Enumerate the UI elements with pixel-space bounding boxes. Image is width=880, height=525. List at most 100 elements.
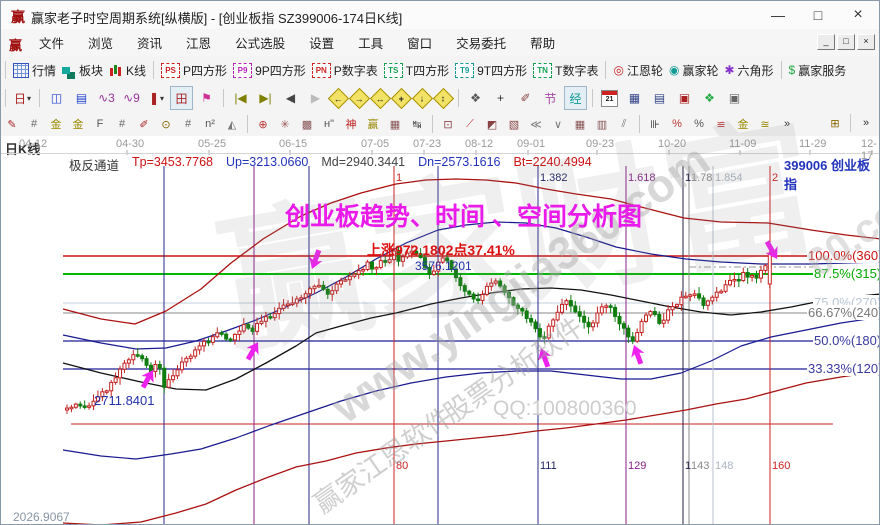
grid3-tool-button[interactable]: ▥ bbox=[592, 114, 612, 134]
menu-item-trade[interactable]: 交易委托 bbox=[444, 33, 518, 52]
gold-grid-1-button[interactable]: 金 bbox=[46, 114, 66, 134]
cycle-tool-button[interactable]: 经 bbox=[564, 86, 587, 110]
percent-eq-tool-button[interactable]: ≌ bbox=[711, 114, 731, 134]
candle-body bbox=[119, 369, 122, 378]
n2-tool-button[interactable]: n² bbox=[200, 114, 220, 134]
mdi-close-button[interactable]: × bbox=[857, 34, 875, 50]
kline-area-button[interactable]: 田 bbox=[170, 86, 193, 110]
menu-item-tools[interactable]: 工具 bbox=[346, 33, 395, 52]
v-tool-button[interactable]: ∨ bbox=[548, 114, 568, 134]
wave-3-button[interactable]: ∿3 bbox=[95, 86, 118, 110]
grid-panel-button[interactable]: ⊞ bbox=[825, 113, 845, 133]
box-tool-button[interactable]: ⊡ bbox=[438, 114, 458, 134]
toolbar-button-t-number-table[interactable]: TNT数字表 bbox=[530, 62, 601, 79]
f10-info-button[interactable]: ▤ bbox=[70, 86, 93, 110]
grid-box-tool-button[interactable]: ▧ bbox=[504, 114, 524, 134]
candle-body bbox=[768, 253, 771, 284]
toolbar-button-winner-service[interactable]: $赢家服务 bbox=[786, 62, 850, 79]
crosshair-tool-button[interactable]: + bbox=[489, 86, 512, 110]
toolbar-button-9p-square[interactable]: P99P四方形 bbox=[230, 62, 309, 79]
menu-item-browse[interactable]: 浏览 bbox=[76, 33, 125, 52]
pen-tool-2-button[interactable]: ✐ bbox=[134, 114, 154, 134]
calendar-button[interactable]: 21 bbox=[598, 86, 621, 110]
share-button[interactable]: ❖ bbox=[698, 86, 721, 110]
expand-all-diamond-button[interactable]: + bbox=[391, 87, 412, 108]
more-right-button[interactable]: » bbox=[856, 113, 876, 133]
jump-right-diamond-button[interactable]: → bbox=[349, 87, 370, 108]
menu-item-formula-pick[interactable]: 公式选股 bbox=[223, 33, 297, 52]
hand-tool-button[interactable]: ❖ bbox=[464, 86, 487, 110]
expand-h-diamond-button[interactable]: ↔ bbox=[370, 87, 391, 108]
minimize-button[interactable]: — bbox=[763, 5, 793, 25]
star-tool-button[interactable]: ✳ bbox=[275, 114, 295, 134]
first-page-button[interactable]: |◀ bbox=[229, 86, 252, 110]
more-left-button[interactable]: » bbox=[777, 114, 797, 134]
expand-v-diamond-button[interactable]: ↕ bbox=[433, 87, 454, 108]
toolbar-button-quotes[interactable]: 行情 bbox=[10, 62, 59, 79]
menu-item-settings[interactable]: 设置 bbox=[297, 33, 346, 52]
gann-target-button[interactable]: ⊕ bbox=[253, 114, 273, 134]
k-mark-button[interactable]: ʜ" bbox=[319, 114, 339, 134]
jump-down-diamond-button[interactable]: ↓ bbox=[412, 87, 433, 108]
mdi-minimize-button[interactable]: _ bbox=[817, 34, 835, 50]
last-page-button[interactable]: ▶| bbox=[254, 86, 277, 110]
slash-tool-button[interactable]: ⫽ bbox=[614, 114, 634, 134]
angle-lines-tool-button[interactable]: ≪ bbox=[526, 114, 546, 134]
toolbar-button-t-square[interactable]: TST四方形 bbox=[381, 62, 452, 79]
s-grid-button[interactable]: # bbox=[112, 114, 132, 134]
scale-tool-button[interactable]: ⊪ bbox=[645, 114, 665, 134]
prev-bar-button[interactable]: ◀ bbox=[279, 86, 302, 110]
toolbar-button-gann-wheel[interactable]: ◎江恩轮 bbox=[610, 62, 666, 79]
next-bar-button[interactable]: ▶ bbox=[304, 86, 327, 110]
calculator-button[interactable]: ▦ bbox=[623, 86, 646, 110]
circle-grid-button[interactable]: ⊙ bbox=[156, 114, 176, 134]
line-grid-button[interactable]: # bbox=[178, 114, 198, 134]
measure-tool-button[interactable]: ✐ bbox=[514, 86, 537, 110]
width-tool-button[interactable]: ↹ bbox=[407, 114, 427, 134]
save-button[interactable]: ▣ bbox=[673, 86, 696, 110]
notes-button[interactable]: ▤ bbox=[648, 86, 671, 110]
mdi-restore-button[interactable]: □ bbox=[837, 34, 855, 50]
service-cart-button[interactable]: ▣ bbox=[723, 86, 746, 110]
shade-grid-button[interactable]: ▩ bbox=[297, 114, 317, 134]
candle-body bbox=[574, 306, 577, 312]
kline-chart-canvas[interactable] bbox=[1, 136, 880, 525]
shaded-box-tool-button[interactable]: ◩ bbox=[482, 114, 502, 134]
gold-grid-2-button[interactable]: 金 bbox=[68, 114, 88, 134]
grid2-tool-button[interactable]: ▦ bbox=[570, 114, 590, 134]
toolbar-button-9t-square[interactable]: T99T四方形 bbox=[452, 62, 530, 79]
toolbar-button-kline[interactable]: K线 bbox=[106, 62, 149, 79]
menu-item-help[interactable]: 帮助 bbox=[518, 33, 567, 52]
menu-item-news[interactable]: 资讯 bbox=[125, 33, 174, 52]
candle-style-button[interactable]: ❚▾ bbox=[145, 86, 168, 110]
percent-line-tool-button[interactable]: % bbox=[667, 114, 687, 134]
kline-period-button[interactable]: 日▾ bbox=[11, 86, 34, 110]
fan-tool-button[interactable]: ⟋ bbox=[460, 114, 480, 134]
angle-tool-button[interactable]: ◭ bbox=[222, 114, 242, 134]
menu-item-gann[interactable]: 江恩 bbox=[174, 33, 223, 52]
chart-window-button[interactable]: ◫ bbox=[45, 86, 68, 110]
toolbar-button-p-number-table[interactable]: PNP数字表 bbox=[309, 62, 381, 79]
pagoda-tool-button[interactable]: 节 bbox=[539, 86, 562, 110]
gann-grid-1-button[interactable]: # bbox=[24, 114, 44, 134]
flag-mark-button[interactable]: ⚑ bbox=[195, 86, 218, 110]
maximize-button[interactable]: □ bbox=[803, 5, 833, 25]
jump-left-diamond-button[interactable]: ← bbox=[328, 87, 349, 108]
menu-item-file[interactable]: 文件 bbox=[27, 33, 76, 52]
f-grid-button[interactable]: F bbox=[90, 114, 110, 134]
percent-tool-button[interactable]: % bbox=[689, 114, 709, 134]
win-grid-button[interactable]: 赢 bbox=[363, 114, 383, 134]
toolbar-button-sectors[interactable]: 板块 bbox=[59, 62, 106, 79]
shen-grid-button[interactable]: 神 bbox=[341, 114, 361, 134]
dense-grid-button[interactable]: ▦ bbox=[385, 114, 405, 134]
gold-circle-tool-button[interactable]: 金 bbox=[733, 114, 753, 134]
close-button[interactable]: × bbox=[843, 5, 873, 25]
pen-tool-button[interactable]: ✎ bbox=[2, 114, 22, 134]
toolbar-button-hexagon[interactable]: ✱六角形 bbox=[721, 62, 776, 79]
toolbar-button-p-square[interactable]: PSP四方形 bbox=[158, 62, 230, 79]
toolbar-button-winner-wheel[interactable]: ◉赢家轮 bbox=[666, 62, 722, 79]
wave-9-button[interactable]: ∿9 bbox=[120, 86, 143, 110]
menu-item-window[interactable]: 窗口 bbox=[395, 33, 444, 52]
candle-body bbox=[755, 275, 758, 278]
gold-line-tool-button[interactable]: ≊ bbox=[755, 114, 775, 134]
